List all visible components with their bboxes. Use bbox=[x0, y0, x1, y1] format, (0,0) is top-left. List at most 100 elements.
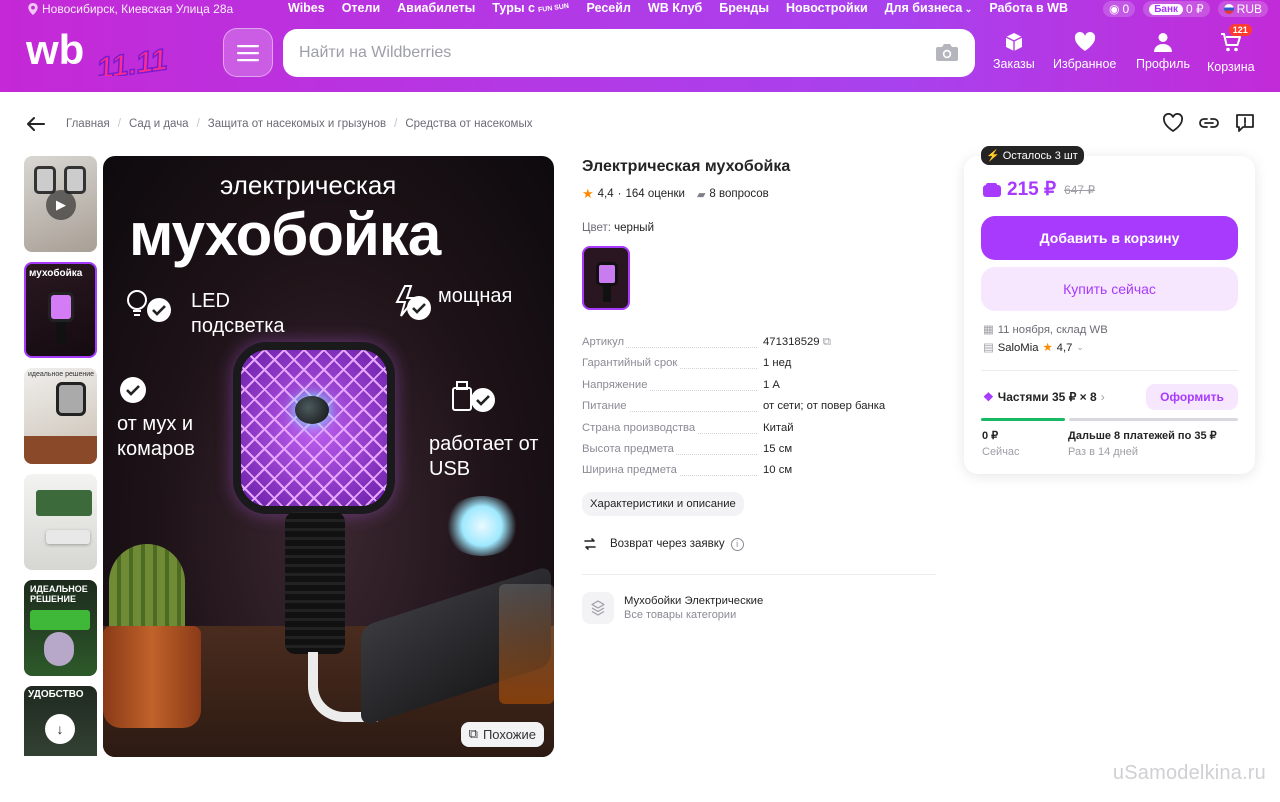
nav-wb-club[interactable]: WB Клуб bbox=[648, 1, 702, 15]
search-input[interactable] bbox=[299, 29, 919, 77]
checkout-installments-button[interactable]: Оформить bbox=[1146, 384, 1238, 410]
thumb-table-image bbox=[24, 436, 97, 464]
report-icon[interactable] bbox=[1234, 113, 1256, 133]
nav-tours[interactable]: Туры с FUN SUN bbox=[492, 1, 570, 15]
thumbnail-4[interactable] bbox=[24, 474, 97, 570]
category-icon bbox=[582, 592, 614, 624]
lightning-icon: ⚡ bbox=[986, 150, 1000, 162]
nav-jobs[interactable]: Работа в WB bbox=[989, 1, 1068, 15]
seller-rating: 4,7 bbox=[1056, 341, 1073, 354]
top-nav: Wibes Отели Авиабилеты Туры с FUN SUN Ре… bbox=[288, 1, 1068, 15]
spec-value: 1 А bbox=[763, 378, 780, 391]
thumb-caption: ИДЕАЛЬНОЕ РЕШЕНИЕ bbox=[30, 584, 88, 604]
spec-key: Питание bbox=[582, 400, 629, 413]
spec-key: Артикул bbox=[582, 336, 627, 348]
breadcrumb-garden[interactable]: Сад и дача bbox=[129, 118, 189, 130]
add-to-cart-button[interactable]: Добавить в корзину bbox=[981, 216, 1238, 260]
thumb-racket-image bbox=[56, 382, 86, 416]
share-link-icon[interactable] bbox=[1198, 113, 1220, 133]
profile-link[interactable]: Профиль bbox=[1136, 32, 1190, 71]
back-arrow-icon[interactable] bbox=[26, 116, 46, 132]
spec-row-power: Питание от сети; от повер банка bbox=[582, 398, 942, 419]
thumb-racket-image bbox=[48, 292, 74, 322]
chevron-down-icon: ⌄ bbox=[962, 4, 973, 14]
nav-hotels[interactable]: Отели bbox=[342, 1, 380, 15]
favorites-link[interactable]: Избранное bbox=[1053, 32, 1116, 71]
thumbnail-5[interactable]: ИДЕАЛЬНОЕ РЕШЕНИЕ bbox=[24, 580, 97, 676]
top-right-widgets: ◉ 0 Банк 0 ₽ RUB bbox=[1103, 1, 1268, 17]
gallery-thumbnails: ▶ мухобойка идеальное решение ИДЕАЛЬНОЕ … bbox=[24, 156, 97, 756]
category-link[interactable]: Мухобойки Электрические Все товары катег… bbox=[582, 592, 763, 624]
camera-search-icon[interactable] bbox=[935, 42, 959, 62]
installments-text: Частями 35 ₽ × 8 bbox=[997, 390, 1097, 404]
feature-led: LED подсветка bbox=[191, 290, 285, 337]
main-product-image[interactable]: электрическая мухобойка LED подсветка мо… bbox=[103, 156, 554, 757]
cart-icon-wrap: 121 bbox=[1220, 24, 1252, 55]
scroll-down-icon[interactable]: ↓ bbox=[45, 714, 75, 744]
fly-image bbox=[295, 396, 329, 424]
category-text: Мухобойки Электрические Все товары катег… bbox=[624, 595, 763, 621]
nav-tours-label: Туры с bbox=[492, 1, 535, 15]
catalog-menu-button[interactable] bbox=[223, 28, 273, 77]
spec-key: Гарантийный срок bbox=[582, 357, 680, 370]
old-price: 647 ₽ bbox=[1064, 182, 1096, 197]
product-actions bbox=[1162, 113, 1256, 133]
pay-later-sub: Раз в 14 дней bbox=[1068, 446, 1139, 458]
nav-resale[interactable]: Ресейл bbox=[587, 1, 631, 15]
wallet[interactable]: Банк 0 ₽ bbox=[1143, 1, 1210, 17]
spec-value: 471318529 ⧉ bbox=[763, 336, 831, 349]
favorite-heart-icon[interactable] bbox=[1162, 113, 1184, 133]
thumbnail-6[interactable]: УДОБСТВО ↓ bbox=[24, 686, 97, 756]
breadcrumb-pest-protection[interactable]: Защита от насекомых и грызунов bbox=[208, 118, 386, 130]
favorites-label: Избранное bbox=[1053, 57, 1117, 71]
wallet-icon bbox=[983, 182, 1001, 197]
rating-separator: · bbox=[617, 188, 622, 200]
feature-flies: от мух и комаров bbox=[117, 413, 195, 460]
color-swatch-black[interactable] bbox=[582, 246, 630, 310]
orders-label: Заказы bbox=[993, 57, 1035, 71]
nav-flights[interactable]: Авиабилеты bbox=[397, 1, 475, 15]
nav-wibes[interactable]: Wibes bbox=[288, 1, 325, 15]
currency-switch[interactable]: RUB bbox=[1217, 1, 1268, 17]
cart-label: Корзина bbox=[1207, 60, 1255, 74]
nav-business[interactable]: Для бизнеса ⌄ bbox=[885, 1, 973, 15]
section-divider bbox=[582, 574, 936, 575]
characteristics-button[interactable]: Характеристики и описание bbox=[582, 492, 744, 516]
orders-link[interactable]: Заказы bbox=[993, 32, 1035, 71]
bonus-points[interactable]: ◉ 0 bbox=[1103, 1, 1136, 17]
swatch-racket-image bbox=[596, 262, 618, 286]
buy-now-button[interactable]: Купить сейчас bbox=[981, 267, 1238, 311]
seller-name: SaloMia bbox=[997, 341, 1039, 354]
nav-brands[interactable]: Бренды bbox=[719, 1, 769, 15]
seller-info[interactable]: ▤ SaloMia ★ 4,7 ⌄ bbox=[983, 341, 1084, 355]
breadcrumb-insect-control[interactable]: Средства от насекомых bbox=[405, 118, 532, 130]
heart-icon bbox=[1074, 32, 1095, 51]
breadcrumb-separator: / bbox=[196, 118, 200, 130]
profile-label: Профиль bbox=[1136, 57, 1190, 71]
cart-count-badge: 121 bbox=[1228, 24, 1252, 36]
location[interactable]: Новосибирск, Киевская Улица 28а bbox=[28, 2, 233, 16]
thumbnail-main[interactable]: мухобойка bbox=[24, 262, 97, 358]
info-icon[interactable]: i bbox=[730, 537, 744, 551]
racket-handle-image bbox=[285, 512, 345, 654]
cart-link[interactable]: 121 Корзина bbox=[1207, 24, 1255, 74]
spec-value: 15 см bbox=[763, 442, 793, 455]
currency-label: RUB bbox=[1236, 2, 1262, 16]
spec-row-country: Страна производства Китай bbox=[582, 420, 942, 441]
spec-value: Китай bbox=[763, 421, 794, 434]
spec-value: 10 см bbox=[763, 464, 793, 477]
thumbnail-video[interactable]: ▶ bbox=[24, 156, 97, 252]
installments-info[interactable]: ❖ Частями 35 ₽ × 8 › bbox=[983, 390, 1105, 404]
returns-label: Возврат через заявку bbox=[610, 538, 725, 550]
feature-usb: работает от USB bbox=[429, 433, 539, 480]
product-rating[interactable]: ★ 4,4 · 164 оценки ▰ 8 вопросов bbox=[582, 186, 769, 202]
similar-products-button[interactable]: ⧉ Похожие bbox=[460, 722, 544, 747]
wb-logo[interactable]: wb 11.11 bbox=[26, 28, 206, 76]
thumbnail-3[interactable]: идеальное решение bbox=[24, 368, 97, 464]
nav-new-buildings[interactable]: Новостройки bbox=[786, 1, 868, 15]
thumb-caption: УДОБСТВО bbox=[28, 689, 84, 700]
stock-label: Осталось 3 шт bbox=[1002, 149, 1078, 162]
copy-icon[interactable]: ⧉ bbox=[823, 336, 831, 348]
breadcrumb-home[interactable]: Главная bbox=[66, 118, 110, 130]
returns-info[interactable]: Возврат через заявку i bbox=[582, 536, 744, 552]
